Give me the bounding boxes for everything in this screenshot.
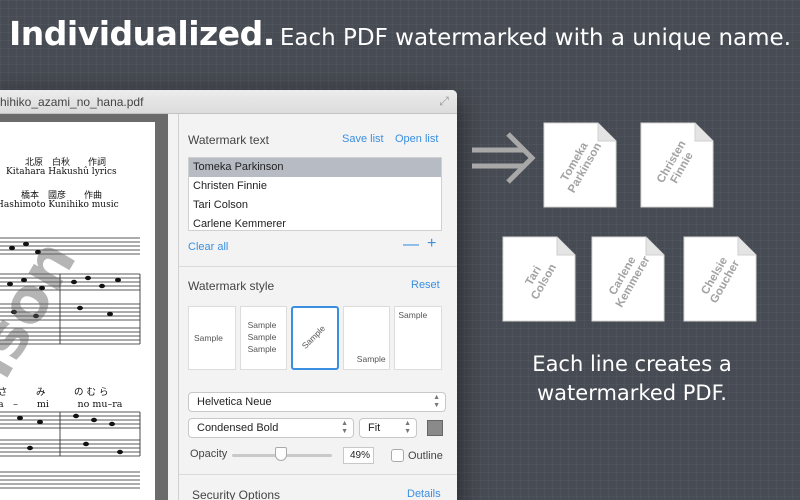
reset-link[interactable]: Reset [411, 279, 440, 291]
style-option-1[interactable]: Sample [188, 306, 236, 370]
style-sample-text: Sample [356, 354, 386, 364]
lyrics-romaji: a – mi no mu–ra [0, 399, 123, 410]
style-sample-text: Sample [247, 332, 277, 342]
right-arrow-icon [472, 132, 536, 184]
pdf-document-icon: Christen Finnie [640, 122, 714, 208]
list-item[interactable]: Christen Finnie [189, 177, 441, 196]
pdf-document-icon: Tomeka Parkinson [543, 122, 617, 208]
open-list-link[interactable]: Open list [395, 133, 438, 145]
save-list-link[interactable]: Save list [342, 133, 384, 145]
pdf-document-icon: Tari Colson [502, 236, 576, 322]
list-item[interactable]: Carlene Kemmerer [189, 215, 441, 230]
style-picker: Sample Sample Sample Sample Sample Sampl… [188, 306, 442, 370]
divider [179, 266, 457, 267]
window-title: hihiko_azami_no_hana.pdf [0, 95, 144, 109]
security-options-label: Security Options [192, 488, 281, 500]
list-item[interactable]: Tomeka Parkinson [189, 158, 441, 177]
stepper-arrows-icon: ▲ ▼ [433, 394, 440, 409]
style-option-5[interactable]: Sample [394, 306, 442, 370]
app-window: hihiko_azami_no_hana.pdf ⤢ 北原 白秋 作詞 Kita… [0, 90, 457, 500]
caption-line-1: Each line creates a [532, 352, 732, 376]
expand-icon[interactable]: ⤢ [437, 94, 451, 108]
titlebar[interactable]: hihiko_azami_no_hana.pdf ⤢ [0, 90, 457, 114]
details-link[interactable]: Details [407, 488, 441, 500]
style-sample-text: Sample [194, 333, 223, 343]
caption-line-2: watermarked PDF. [537, 381, 727, 405]
headline-rest: Each PDF watermarked with a unique name. [279, 25, 792, 51]
headline-strong: Individualized. [8, 14, 275, 53]
style-sample-text: Sample [247, 320, 277, 330]
remove-name-button[interactable]: — [403, 236, 419, 254]
font-size-select[interactable]: Fit ▲ ▼ [359, 418, 417, 438]
watermark-text-label: Watermark text [188, 133, 269, 147]
font-size-value: Fit [368, 422, 381, 434]
headline: Individualized. Each PDF watermarked wit… [0, 14, 800, 53]
opacity-label: Opacity [190, 448, 228, 460]
pdf-document-icon: Chelsie Goucher [683, 236, 757, 322]
style-sample-text: Sample [398, 310, 428, 320]
outline-label: Outline [408, 450, 443, 462]
outline-checkbox[interactable] [391, 449, 404, 462]
pdf-preview[interactable]: 北原 白秋 作詞 Kitahara Hakushû lyrics 橋本 國彦 作… [0, 114, 168, 500]
pdf-document-icon: Carlene Kemmerer [591, 236, 665, 322]
style-option-4[interactable]: Sample [342, 306, 391, 370]
font-style-select[interactable]: Condensed Bold ▲ ▼ [188, 418, 354, 438]
stepper-arrows-icon: ▲ ▼ [341, 420, 348, 435]
font-style-value: Condensed Bold [197, 422, 279, 434]
opacity-slider-thumb[interactable] [275, 447, 287, 461]
font-family-select[interactable]: Helvetica Neue ▲ ▼ [188, 392, 446, 412]
clear-all-link[interactable]: Clear all [188, 241, 228, 253]
opacity-value-field[interactable]: 49% [343, 447, 374, 464]
settings-panel: Watermark text Save list Open list Tomek… [178, 114, 457, 500]
font-family-value: Helvetica Neue [197, 396, 272, 408]
style-option-2[interactable]: Sample Sample Sample [239, 306, 288, 370]
pdf-page: 北原 白秋 作詞 Kitahara Hakushû lyrics 橋本 國彦 作… [0, 122, 155, 500]
name-list[interactable]: Tomeka Parkinson Christen Finnie Tari Co… [188, 157, 442, 231]
add-name-button[interactable]: + [427, 235, 436, 253]
caption: Each line creates a watermarked PDF. [507, 350, 757, 408]
stepper-arrows-icon: ▲ ▼ [404, 420, 411, 435]
style-option-3[interactable]: Sample [291, 306, 339, 370]
style-sample-text: Sample [299, 323, 328, 351]
divider [179, 474, 457, 475]
list-item[interactable]: Tari Colson [189, 196, 441, 215]
watermark-style-label: Watermark style [188, 279, 275, 293]
style-sample-text: Sample [247, 344, 277, 354]
color-well[interactable] [427, 420, 443, 436]
